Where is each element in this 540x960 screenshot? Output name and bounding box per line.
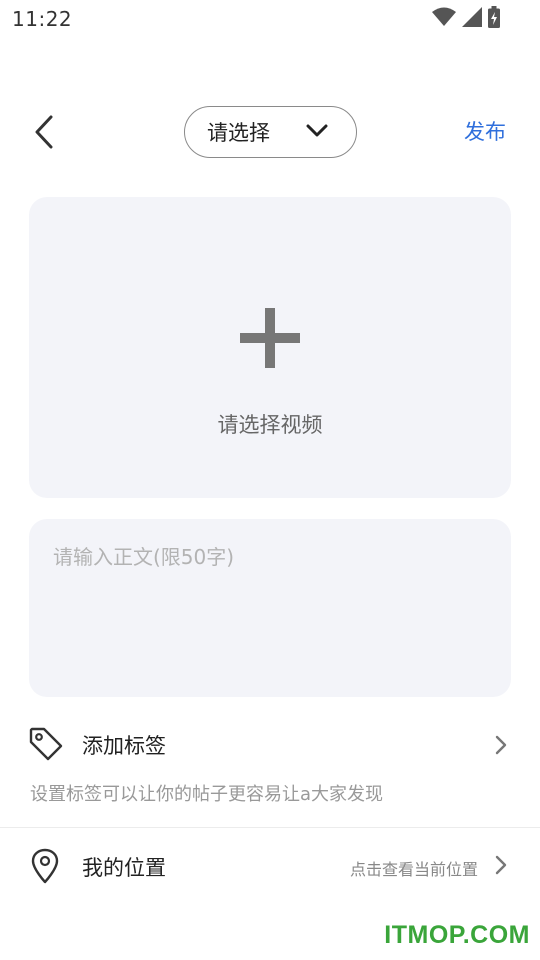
add-tag-row[interactable]: 添加标签 [0,718,540,772]
status-icons [432,6,500,28]
publish-button[interactable]: 发布 [464,116,506,146]
divider [0,827,540,828]
back-button[interactable] [24,110,64,154]
video-picker[interactable]: 请选择视频 [29,197,511,498]
chevron-right-icon [495,855,507,875]
body-text-input[interactable] [29,519,511,697]
my-location-row[interactable]: 我的位置 点击查看当前位置 [0,838,540,894]
chevron-left-icon [35,115,53,149]
wifi-icon [432,7,456,26]
signal-icon [462,7,482,27]
watermark-logo: ITMOP.COM [384,921,530,949]
my-location-label: 我的位置 [82,856,166,880]
tag-icon [29,727,63,761]
chevron-right-icon [495,735,507,755]
status-bar: 11:22 [0,0,540,36]
category-selector[interactable]: 请选择 [184,106,357,158]
chevron-down-icon [306,124,328,137]
add-tag-label: 添加标签 [82,734,166,758]
location-pin-icon [31,848,59,884]
category-selector-label: 请选择 [207,121,270,145]
header: 请选择 发布 [0,100,540,162]
plus-icon [240,308,300,368]
tag-hint: 设置标签可以让你的帖子更容易让a大家发现 [30,784,384,805]
battery-charging-icon [488,6,500,28]
status-time: 11:22 [12,7,73,31]
video-picker-label: 请选择视频 [217,413,323,437]
location-hint: 点击查看当前位置 [349,860,478,879]
